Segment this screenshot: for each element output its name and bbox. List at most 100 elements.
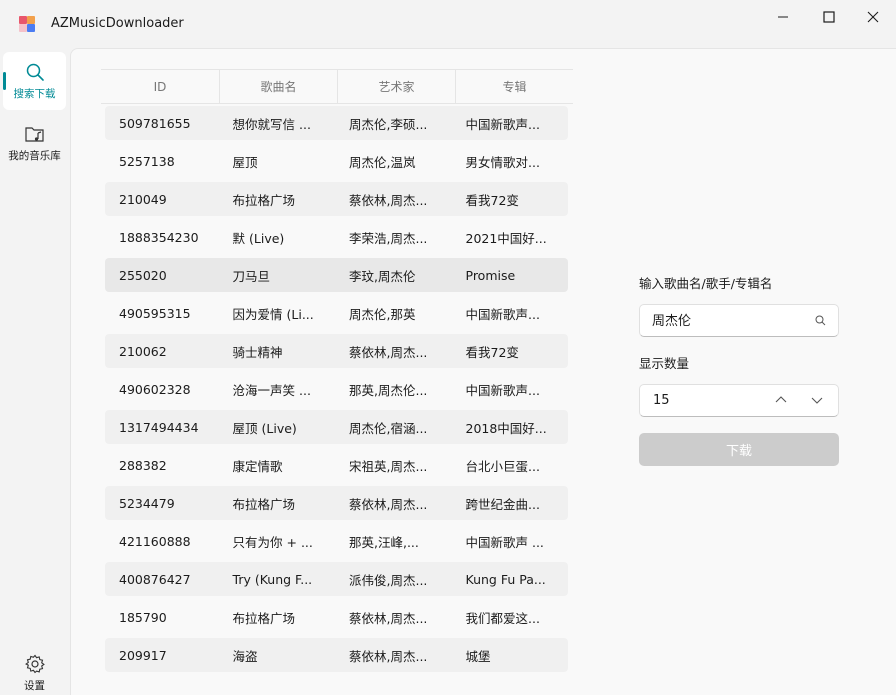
id-cell: 400876427 [119,571,191,587]
song-cell: 布拉格广场 [232,610,296,626]
song-cell: 只有为你 + ... [232,534,313,550]
song-cell: 屋顶 (Live) [232,420,297,436]
id-cell: 5257138 [119,153,175,169]
id-cell: 1317494434 [119,419,199,435]
table-row[interactable]: 210049 布拉格广场 蔡依林,周杰... 看我72变 [105,182,568,216]
song-cell: 因为爱情 (Li... [232,306,314,322]
chevron-down-icon[interactable] [810,393,824,407]
table-row[interactable]: 5257138 屋顶 周杰伦,温岚 男女情歌对... [105,144,568,178]
artist-cell: 蔡依林,周杰... [349,648,428,664]
artist-cell: 蔡依林,周杰... [349,192,428,208]
song-cell: 布拉格广场 [232,496,296,512]
search-icon[interactable] [815,315,826,326]
column-header-song[interactable]: 歌曲名 [219,70,337,103]
title-bar: AZMusicDownloader [0,0,896,48]
id-cell: 490595315 [119,305,191,321]
maximize-button[interactable] [806,0,852,34]
album-cell: 台北小巨蛋... [465,458,540,474]
table-row[interactable]: 185790 布拉格广场 蔡依林,周杰... 我们都爱这... [105,600,568,634]
close-button[interactable] [850,0,896,34]
app-title: AZMusicDownloader [51,16,184,31]
table-body: 509781655 想你就写信 ... 周杰伦,李硕... 中国新歌声... 52571… [105,106,568,676]
search-box[interactable] [639,304,839,337]
count-value[interactable]: 15 [653,393,670,408]
id-cell: 5234479 [119,495,175,511]
song-cell: 康定情歌 [232,458,283,474]
artist-cell: 周杰伦,那英 [349,306,416,322]
results-table: ID 歌曲名 艺术家 专辑 509781655 想你就写信 ... 周杰伦,李硕..… [101,69,573,672]
nav-item-music-library[interactable]: 我的音乐库 [3,114,66,172]
column-header-artist[interactable]: 艺术家 [337,70,455,103]
table-row[interactable]: 490602328 沧海一声笑 ... 那英,周杰伦... 中国新歌声... [105,372,568,406]
table-row[interactable]: 209917 海盗 蔡依林,周杰... 城堡 [105,638,568,672]
artist-cell: 蔡依林,周杰... [349,344,428,360]
album-cell: 看我72变 [465,192,519,208]
table-row[interactable]: 255020 刀马旦 李玟,周杰伦 Promise [105,258,568,292]
song-cell: 沧海一声笑 ... [232,382,311,398]
album-cell: 中国新歌声... [465,382,540,398]
id-cell: 421160888 [119,533,191,549]
table-row[interactable]: 509781655 想你就写信 ... 周杰伦,李硕... 中国新歌声... [105,106,568,140]
nav-item-settings[interactable]: 设置 [3,644,66,695]
column-header-id[interactable]: ID [101,70,219,103]
album-cell: 看我72变 [465,344,519,360]
artist-cell: 那英,汪峰,... [349,534,419,550]
table-row[interactable]: 400876427 Try (Kung F... 派伟俊,周杰... Kung Fu … [105,562,568,596]
main-content: ID 歌曲名 艺术家 专辑 509781655 想你就写信 ... 周杰伦,李硕..… [70,48,896,695]
song-cell: 想你就写信 ... [232,116,311,132]
chevron-up-icon[interactable] [774,393,788,407]
song-cell: 海盗 [232,648,258,664]
gear-icon [24,654,45,673]
album-cell: 城堡 [465,648,491,664]
id-cell: 185790 [119,609,167,625]
id-cell: 1888354230 [119,229,199,245]
song-cell: 刀马旦 [232,268,271,284]
song-cell: 默 (Live) [232,230,285,246]
search-input[interactable] [652,312,812,327]
artist-cell: 派伟俊,周杰... [349,572,428,588]
nav-item-label: 设置 [24,679,45,692]
album-cell: 我们都爱这... [465,610,540,626]
table-row[interactable]: 421160888 只有为你 + ... 那英,汪峰,... 中国新歌声 ... [105,524,568,558]
artist-cell: 宋祖英,周杰... [349,458,428,474]
album-cell: 男女情歌对... [465,154,540,170]
album-cell: 中国新歌声... [465,116,540,132]
minimize-icon [778,16,788,18]
artist-cell: 那英,周杰伦... [349,382,428,398]
column-header-album[interactable]: 专辑 [455,70,573,103]
song-cell: Try (Kung F... [232,571,313,587]
artist-cell: 李玟,周杰伦 [349,268,416,284]
id-cell: 288382 [119,457,167,473]
count-spinbox[interactable]: 15 [639,384,839,417]
album-cell: Kung Fu Pa... [465,571,546,587]
nav-item-label: 搜索下载 [13,87,56,100]
table-row[interactable]: 490595315 因为爱情 (Li... 周杰伦,那英 中国新歌声... [105,296,568,330]
app-logo-icon [19,16,35,32]
song-cell: 骑士精神 [232,344,283,360]
download-button[interactable]: 下载 [639,433,839,466]
close-icon [867,11,879,23]
song-cell: 屋顶 [232,154,258,170]
id-cell: 209917 [119,647,167,663]
music-folder-icon [24,126,44,142]
id-cell: 490602328 [119,381,191,397]
id-cell: 255020 [119,267,167,283]
table-row[interactable]: 1317494434 屋顶 (Live) 周杰伦,宿涵... 2018中国好... [105,410,568,444]
album-cell: 2021中国好... [465,230,547,246]
artist-cell: 蔡依林,周杰... [349,496,428,512]
table-row[interactable]: 210062 骑士精神 蔡依林,周杰... 看我72变 [105,334,568,368]
nav-item-search-download[interactable]: 搜索下载 [3,52,66,110]
search-icon [26,63,44,81]
maximize-icon [823,11,835,23]
artist-cell: 周杰伦,温岚 [349,154,416,170]
id-cell: 509781655 [119,115,191,131]
search-label: 输入歌曲名/歌手/专辑名 [639,276,773,291]
search-panel: 输入歌曲名/歌手/专辑名 显示数量 15 下载 [639,273,839,466]
table-row[interactable]: 1888354230 默 (Live) 李荣浩,周杰... 2021中国好... [105,220,568,254]
id-cell: 210062 [119,343,167,359]
navigation-pane: 搜索下载 我的音乐库 设置 [0,48,70,695]
table-row[interactable]: 5234479 布拉格广场 蔡依林,周杰... 跨世纪金曲... [105,486,568,520]
table-row[interactable]: 288382 康定情歌 宋祖英,周杰... 台北小巨蛋... [105,448,568,482]
minimize-button[interactable] [760,0,806,34]
album-cell: 跨世纪金曲... [465,496,540,512]
